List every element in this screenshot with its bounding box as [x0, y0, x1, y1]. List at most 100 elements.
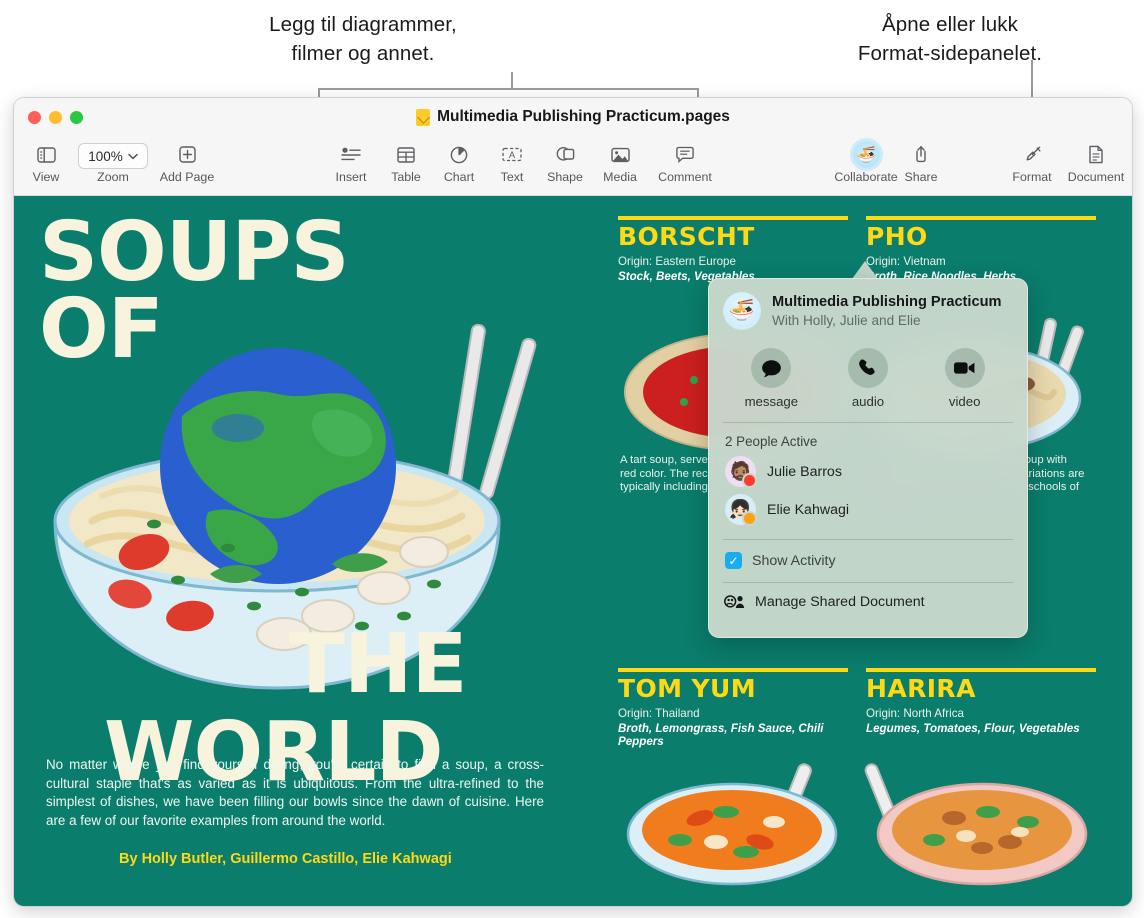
toolbar-add-page-label: Add Page: [159, 170, 215, 184]
recipe-origin: Origin: Eastern Europe: [618, 255, 736, 269]
toolbar-document-button[interactable]: Document: [1064, 140, 1128, 184]
popover-person-name: Julie Barros: [767, 463, 842, 480]
popover-message-action[interactable]: message: [733, 348, 809, 409]
phone-icon: [847, 348, 888, 388]
recipe-tom-yum: TOM YUM Origin: Thailand Broth, Lemongra…: [618, 668, 848, 748]
insert-icon: [341, 140, 361, 169]
document-title-text: Multimedia Publishing Practicum.pages: [437, 108, 730, 125]
callout-left-leader-stem: [511, 72, 513, 89]
manage-shared-document-label: Manage Shared Document: [755, 594, 925, 610]
document-title-bar[interactable]: Multimedia Publishing Practicum.pages: [14, 108, 1132, 126]
hero-title-line1: SOUPS: [39, 205, 350, 300]
recipe-pho: PHO Origin: Vietnam Broth, Rice Noodles,…: [866, 216, 1096, 283]
shape-icon: [556, 140, 575, 169]
manage-people-icon: [724, 594, 746, 610]
popover-video-label: video: [948, 394, 981, 409]
popover-person-elie[interactable]: 👧🏻 Elie Kahwagi: [709, 487, 1027, 526]
toolbar-format-button[interactable]: Format: [1000, 140, 1064, 184]
popover-audio-label: audio: [851, 394, 885, 409]
status-dot-red: [742, 473, 757, 488]
popover-beak: [852, 261, 878, 279]
popover-actions: message audio video: [709, 348, 1027, 409]
toolbar-shape-label: Shape: [547, 170, 583, 184]
toolbar-media-button[interactable]: Media: [588, 140, 652, 184]
chart-pie-icon: [450, 140, 468, 169]
toolbar-chart-label: Chart: [443, 170, 475, 184]
document-byline: By Holly Butler, Guillermo Castillo, Eli…: [119, 851, 452, 867]
toolbar-share-button[interactable]: Share: [889, 140, 953, 184]
memoji-elie-avatar: 👧🏻: [725, 494, 757, 526]
recipe-origin: Origin: Vietnam: [866, 255, 946, 269]
recipe-name: BORSCHT: [618, 222, 755, 251]
pages-app-window: Multimedia Publishing Practicum.pages Vi…: [13, 97, 1133, 907]
collaborate-avatar-icon: 🍜: [852, 140, 880, 169]
callout-right-text: Åpne eller lukk Format-sidepanelet.: [857, 13, 1043, 65]
recipe-name: HARIRA: [866, 674, 976, 703]
toolbar-media-label: Media: [603, 170, 637, 184]
recipe-borscht: BORSCHT Origin: Eastern Europe Stock, Be…: [618, 216, 848, 283]
sidebar-icon: [36, 140, 56, 169]
media-image-icon: [610, 140, 630, 169]
popover-show-activity-row[interactable]: ✓ Show Activity: [709, 540, 1027, 569]
toolbar-format-label: Format: [1012, 170, 1052, 184]
callout-left-text: Legg til diagrammer, filmer og annet.: [269, 13, 457, 65]
format-brush-icon: [1023, 140, 1042, 169]
share-upload-icon: [913, 140, 929, 169]
zoom-select[interactable]: 100%: [78, 143, 148, 169]
toolbar-text-label: Text: [500, 170, 524, 184]
toolbar-insert-label: Insert: [335, 170, 367, 184]
popover-manage-shared-document[interactable]: Manage Shared Document: [709, 583, 1027, 610]
toolbar-share-label: Share: [904, 170, 938, 184]
recipe-rule: [866, 216, 1096, 220]
recipe-name: TOM YUM: [618, 674, 756, 703]
pages-document-icon: [416, 108, 431, 126]
show-activity-label: Show Activity: [752, 552, 836, 569]
window-titlebar: Multimedia Publishing Practicum.pages: [14, 98, 1132, 138]
popover-participants-subtitle: With Holly, Julie and Elie: [772, 312, 921, 328]
zoom-value: 100%: [88, 148, 123, 164]
soup-bowl-avatar-icon: 🍜: [723, 292, 761, 330]
table-icon: [397, 140, 415, 169]
document-body-text: No matter where you find yourself dining…: [46, 757, 544, 828]
recipe-rule: [866, 668, 1096, 672]
toolbar-zoom-control[interactable]: 100% Zoom: [72, 140, 154, 184]
popover-person-julie[interactable]: 🧔🏽 Julie Barros: [709, 449, 1027, 488]
document-page-icon: [1088, 140, 1104, 169]
show-activity-checkbox[interactable]: ✓: [725, 552, 742, 569]
popover-message-label: message: [744, 394, 799, 409]
recipe-ingredients: Broth, Lemongrass, Fish Sauce, Chili Pep…: [618, 722, 824, 749]
popover-document-title: Multimedia Publishing Practicum: [772, 293, 1002, 310]
toolbar-zoom-label: Zoom: [97, 170, 129, 184]
toolbar-comment-label: Comment: [658, 170, 712, 184]
toolbar-view-button[interactable]: View: [14, 140, 78, 184]
chevron-down-icon: [128, 153, 138, 160]
toolbar-view-label: View: [32, 170, 60, 184]
popover-person-name: Elie Kahwagi: [767, 501, 850, 518]
toolbar-add-page-button[interactable]: Add Page: [154, 140, 220, 184]
popover-active-count: 2 People Active: [725, 434, 818, 449]
popover-header: 🍜 Multimedia Publishing Practicum With H…: [709, 279, 1027, 330]
recipe-rule: [618, 216, 848, 220]
popover-video-action[interactable]: video: [927, 348, 1003, 409]
hero-title-line3: THE: [289, 617, 468, 712]
collaborate-popover[interactable]: 🍜 Multimedia Publishing Practicum With H…: [708, 278, 1028, 638]
status-dot-orange: [742, 511, 757, 526]
svg-text:A: A: [509, 149, 516, 160]
message-bubble-icon: [751, 348, 792, 388]
plus-box-icon: [178, 140, 196, 169]
video-camera-icon: [944, 348, 985, 388]
toolbar-table-label: Table: [391, 170, 421, 184]
toolbar-comment-button[interactable]: Comment: [653, 140, 717, 184]
main-toolbar: View 100% Zoom Add Page Insert Table Cha…: [14, 138, 1132, 196]
recipe-harira-image: [854, 756, 1094, 891]
memoji-julie-avatar: 🧔🏽: [725, 456, 757, 488]
text-box-icon: A: [502, 140, 522, 169]
recipe-origin: Origin: Thailand: [618, 707, 700, 721]
popover-audio-action[interactable]: audio: [830, 348, 906, 409]
toolbar-document-label: Document: [1067, 170, 1125, 184]
comment-bubble-icon: [676, 140, 694, 169]
recipe-origin: Origin: North Africa: [866, 707, 964, 721]
recipe-name: PHO: [866, 222, 928, 251]
recipe-rule: [618, 668, 848, 672]
recipe-tom-yum-image: [624, 756, 849, 891]
